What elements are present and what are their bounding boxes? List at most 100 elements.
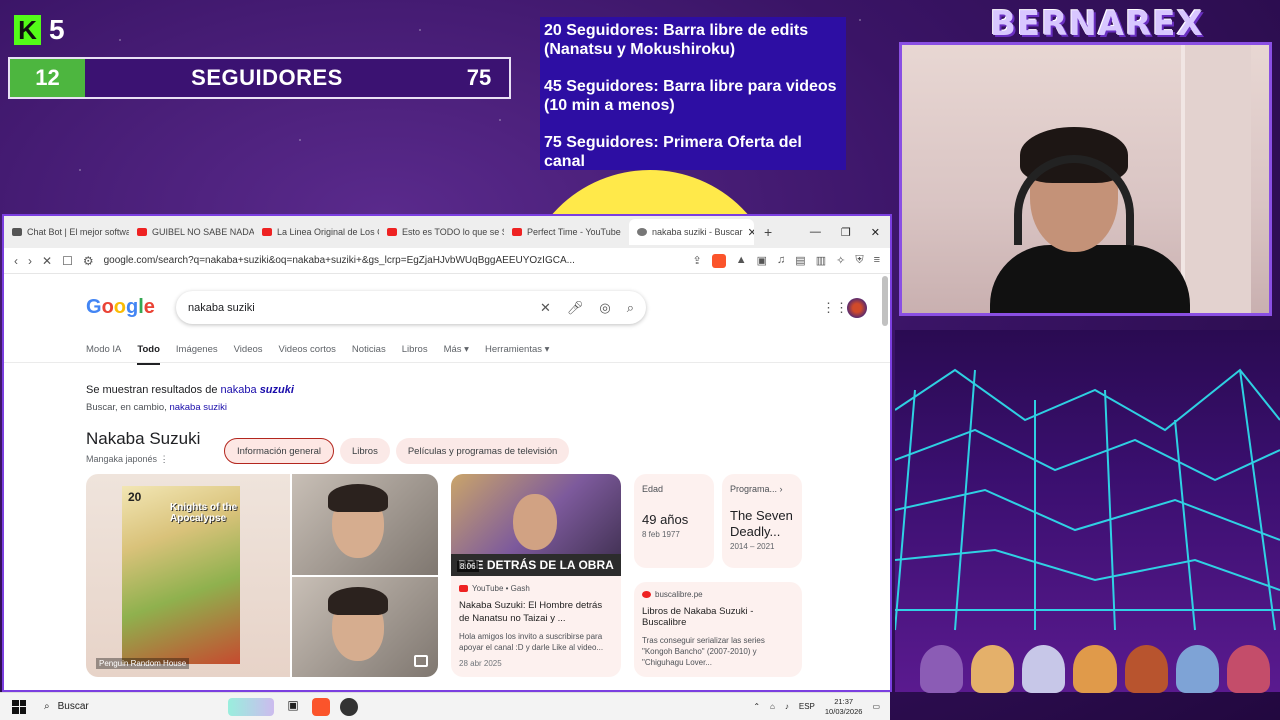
tab-label: GUIBEL NO SABE NADA DE (152, 227, 254, 237)
search-box[interactable]: nakaba suziki ✕ 🎤︎ ◎ ⌕ (176, 291, 646, 324)
spelling-correction: Se muestran resultados de nakaba suzuki (86, 384, 294, 396)
lens-icon[interactable]: ◎ (599, 300, 610, 316)
share-icon[interactable]: ⇪ (693, 254, 702, 268)
close-tab-icon[interactable]: ✕ (748, 226, 754, 239)
chevron-right-icon: › (779, 484, 783, 494)
book-cover-image[interactable]: 20 Knights of the Apocalypse Penguin Ran… (86, 474, 290, 677)
tab-label: Chat Bot | El mejor software (27, 227, 129, 237)
obs-icon[interactable] (340, 697, 358, 716)
sidebar-icon[interactable]: ▣ (757, 254, 767, 268)
goal-max: 75 (466, 65, 492, 90)
brave-rewards-icon[interactable]: ▲ (736, 254, 747, 268)
network-icon[interactable]: ⌂ (770, 702, 775, 711)
image-gallery[interactable]: 20 Knights of the Apocalypse Penguin Ran… (86, 474, 438, 677)
new-tab-button[interactable]: + (764, 224, 772, 240)
system-tray: ⌃ ⌂ ♪ ESP 21:37 10/03/2026 ▭ (753, 697, 890, 717)
close-window-icon[interactable]: ✕ (871, 226, 880, 239)
search-instead: Buscar, en cambio, nakaba suziki (86, 402, 227, 413)
tab-label: nakaba suziki - Buscar (652, 227, 743, 237)
tab-bar: Chat Bot | El mejor software GUIBEL NO S… (4, 216, 890, 248)
taskbar: ⌕ Buscar ▣ ⌃ ⌂ ♪ ESP 21:37 10/03/2026 ▭ (0, 692, 890, 720)
widget-icon[interactable] (228, 697, 274, 716)
image-credit: Penguin Random House (96, 658, 190, 669)
tab-label: Perfect Time - YouTube (527, 227, 621, 237)
task-view-icon[interactable]: ▣ (284, 698, 302, 716)
url-field[interactable]: google.com/search?q=nakaba+suziki&oq=nak… (104, 255, 683, 266)
google-icon (637, 228, 647, 236)
browser-tab-active[interactable]: nakaba suziki - Buscar ✕ (629, 219, 754, 245)
notifications-icon[interactable]: ▭ (872, 702, 880, 711)
window-controls: — ❐ ✕ (810, 226, 890, 239)
site-info-icon[interactable]: ⚙ (83, 254, 94, 268)
brave-icon[interactable] (312, 697, 330, 716)
video-source: YouTube • Gash (451, 576, 621, 593)
source-card[interactable]: buscalibre.pe Libros de Nakaba Suzuki - … (634, 582, 802, 677)
back-icon[interactable]: ‹ (14, 254, 18, 268)
anime-characters (920, 645, 1270, 695)
extensions: ⇪ ▲ ▣ ♫ ▤ ▥ ✧ ⛨ ≡ (693, 253, 880, 268)
source-title[interactable]: Libros de Nakaba Suzuki - Buscalibre (642, 606, 794, 628)
video-card[interactable]: BRE DETRÁS DE LA OBRA 8:06 YouTube • Gas… (451, 474, 621, 677)
fact-card-programs[interactable]: Programa... › The Seven Deadly... 2014 –… (722, 474, 802, 568)
language-indicator[interactable]: ESP (799, 702, 815, 711)
chip-books[interactable]: Libros (339, 438, 390, 464)
reading-icon[interactable]: ▤ (795, 254, 805, 268)
vpn-icon[interactable]: ⛨ (855, 254, 863, 268)
taskbar-search[interactable]: ⌕ Buscar (38, 693, 218, 720)
more-options-icon[interactable]: ⋮ (160, 454, 169, 464)
wallet-icon[interactable]: ▥ (816, 254, 826, 268)
video-title[interactable]: Nakaba Suzuki: El Hombre detrás de Nanat… (451, 593, 621, 625)
synthwave-grid (895, 330, 1280, 692)
volume-icon[interactable]: ♪ (785, 702, 789, 711)
kick-counter: K 5 (14, 14, 65, 46)
menu-icon[interactable]: ≡ (874, 254, 880, 268)
chat-icon (12, 228, 22, 236)
goal-label: SEGUIDORES (191, 65, 343, 90)
corrected-query-link[interactable]: nakaba suzuki (221, 384, 294, 396)
scrollbar[interactable] (882, 276, 888, 326)
brave-shields-icon[interactable] (711, 253, 726, 268)
bookmark-icon[interactable]: ☐ (62, 254, 73, 268)
browser-tab[interactable]: La Linea Original de Los C (254, 219, 379, 245)
youtube-icon (512, 228, 522, 236)
leo-icon[interactable]: ✧ (836, 254, 845, 268)
forward-icon[interactable]: › (28, 254, 32, 268)
chevron-up-icon[interactable]: ⌃ (753, 702, 760, 711)
fact-card-age[interactable]: Edad 49 años 8 feb 1977 (634, 474, 714, 568)
brand-logo: BERNAREX (990, 4, 1204, 44)
google-logo[interactable]: Google (86, 296, 155, 319)
background-door (1181, 45, 1251, 313)
avatar[interactable] (847, 298, 867, 318)
browser-tab[interactable]: Perfect Time - YouTube (504, 219, 629, 245)
address-bar: ‹ › ✕ ☐ ⚙ google.com/search?q=nakaba+suz… (4, 248, 890, 274)
follower-goal-bar: 12 SEGUIDORES 75 (8, 57, 511, 99)
browser-tab[interactable]: Esto es TODO lo que se SA (379, 219, 504, 245)
chip-movies[interactable]: Películas y programas de televisión (395, 438, 570, 464)
source-description: Tras conseguir serializar las series "Ko… (642, 636, 765, 667)
original-query-link[interactable]: nakaba suziki (169, 402, 227, 413)
clear-icon[interactable]: ✕ (540, 300, 551, 316)
chip-overview[interactable]: Información general (224, 438, 334, 464)
kick-logo-icon: K (14, 15, 41, 45)
goals-panel: 20 Seguidores: Barra libre de edits (Nan… (540, 17, 846, 170)
clock[interactable]: 21:37 10/03/2026 (825, 697, 863, 717)
browser-tab[interactable]: Chat Bot | El mejor software (4, 219, 129, 245)
mic-icon[interactable]: 🎤︎ (567, 300, 584, 316)
search-icon: ⌕ (44, 701, 50, 712)
webcam-frame (899, 42, 1272, 316)
search-input[interactable]: nakaba suziki (188, 302, 540, 314)
minimize-icon[interactable]: — (810, 226, 821, 239)
goal-item: 20 Seguidores: Barra libre de edits (Nan… (544, 22, 809, 58)
search-icon[interactable]: ⌕ (627, 300, 634, 316)
restore-icon[interactable]: ❐ (841, 226, 851, 239)
gallery-icon[interactable] (414, 655, 428, 667)
author-photo[interactable] (292, 474, 438, 575)
windows-start-icon[interactable] (12, 699, 26, 714)
video-description: Hola amigos los invito a suscribirse par… (459, 632, 604, 652)
browser-tab[interactable]: GUIBEL NO SABE NADA DE (129, 219, 254, 245)
media-icon[interactable]: ♫ (777, 254, 785, 268)
knowledge-chips: Información general Libros Películas y p… (224, 438, 570, 464)
video-thumbnail[interactable]: BRE DETRÁS DE LA OBRA 8:06 (451, 474, 621, 576)
stop-icon[interactable]: ✕ (42, 254, 52, 268)
author-photo[interactable] (292, 576, 438, 677)
